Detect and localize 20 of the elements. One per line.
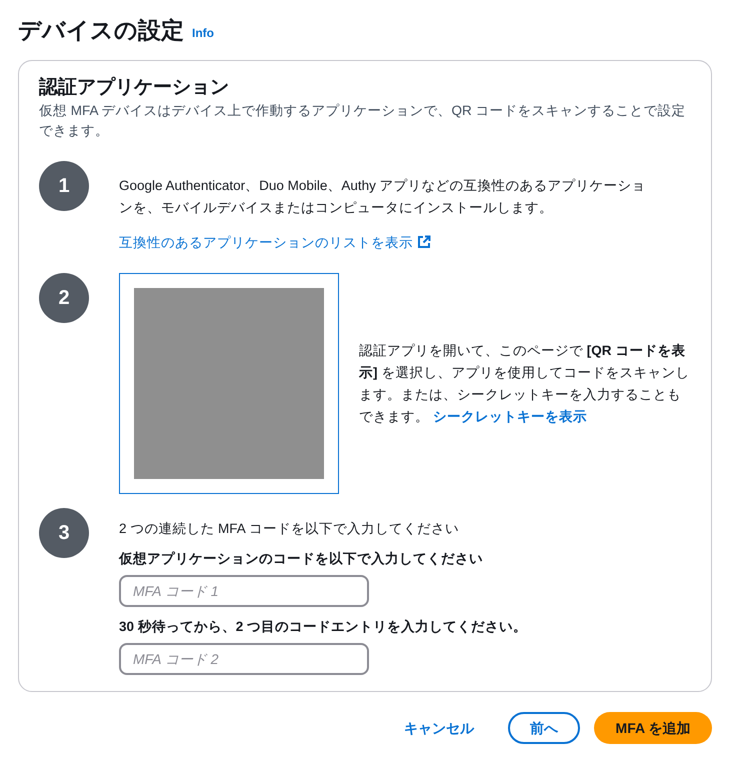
page-title: デバイスの設定 [18,16,184,45]
field-label: 30 秒待ってから、2 つ目のコードエントリを入力してください。 [119,618,528,636]
cancel-button[interactable]: キャンセル [388,712,490,744]
input-field[interactable]: MFA コード 2 [119,643,369,676]
step-number: 2 [39,273,89,324]
step-number: 3 [39,508,89,558]
add-mfa-button[interactable]: MFA を追加 [594,712,712,744]
show-secret-key-link[interactable]: シークレットキーを表示 [432,408,587,424]
external-link-icon [417,235,431,249]
step-text: 2 つの連続した MFA コードを以下で入力してください [119,520,460,538]
field-label: 仮想アプリケーションのコードを以下で入力してください [119,550,484,568]
step-number: 1 [39,161,89,211]
card-description: 仮想 MFA デバイスはデバイス上で作動するアプリケーションで、QR コードをスキャンすることで設定できます。 [39,102,687,140]
previous-button[interactable]: 前へ [508,712,580,744]
input-field[interactable]: MFA コード 1 [119,575,369,608]
step-text: 認証アプリを開いて、このページで [QR コードを表示] を選択し、アプリを使用してコードをスキャンします。または、シークレットキーを入力することもできます。 シークレットキーを表示 [359,342,690,426]
info-link[interactable]: Info [192,24,214,42]
step-text: Google Authenticator、Duo Mobile、Authy アプリなどの互換性のあるアプリケーションを、モバイルデバイスまたはコンピュータにインストールします。 [119,177,647,217]
card-title: 認証アプリケーション [39,76,230,100]
compatible-apps-link[interactable]: 互換性のあるアプリケーションのリストを表示 [119,233,691,254]
